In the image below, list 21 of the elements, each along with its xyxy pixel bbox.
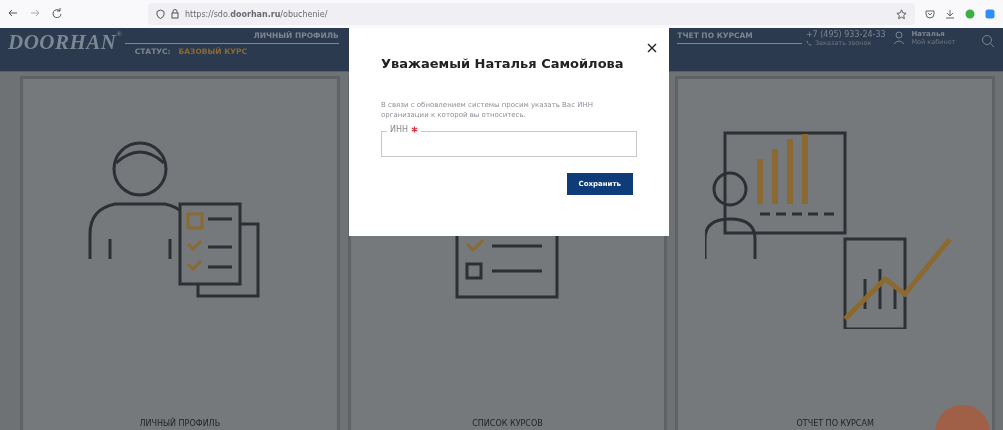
field-label: ИНН (390, 124, 408, 134)
url-text: https://sdo.doorhan.ru/obuchenie/ (185, 9, 328, 19)
card-label: ОТЧЕТ ПО КУРСАМ (796, 419, 874, 428)
user-icon[interactable] (893, 31, 906, 45)
download-icon[interactable] (945, 9, 955, 19)
reload-icon[interactable] (52, 7, 62, 18)
menu-card[interactable]: ОТЧЕТ ПО КУРСАМ (675, 76, 995, 430)
star-icon[interactable] (896, 8, 907, 20)
search-icon[interactable] (981, 34, 995, 48)
inn-input-field[interactable] (381, 130, 637, 157)
lock-icon (171, 9, 179, 19)
phone-icon (805, 40, 812, 46)
phone-number[interactable]: +7 (495) 933-24-33 (805, 30, 894, 39)
pocket-icon[interactable] (925, 9, 935, 19)
dialog-title: Уважаемый Наталья Самойлова (381, 56, 625, 71)
card-label: ЛИЧНЫЙ ПРОФИЛЬ (139, 419, 221, 428)
shield-icon (156, 9, 165, 19)
menu-card[interactable]: ЛИЧНЫЙ ПРОФИЛЬ (20, 76, 340, 430)
address-bar[interactable]: https://sdo.doorhan.ru/obuchenie/ (148, 3, 915, 25)
forward-arrow-icon[interactable] (30, 7, 40, 18)
card-label: СПИСОК КУРСОВ (472, 419, 543, 428)
